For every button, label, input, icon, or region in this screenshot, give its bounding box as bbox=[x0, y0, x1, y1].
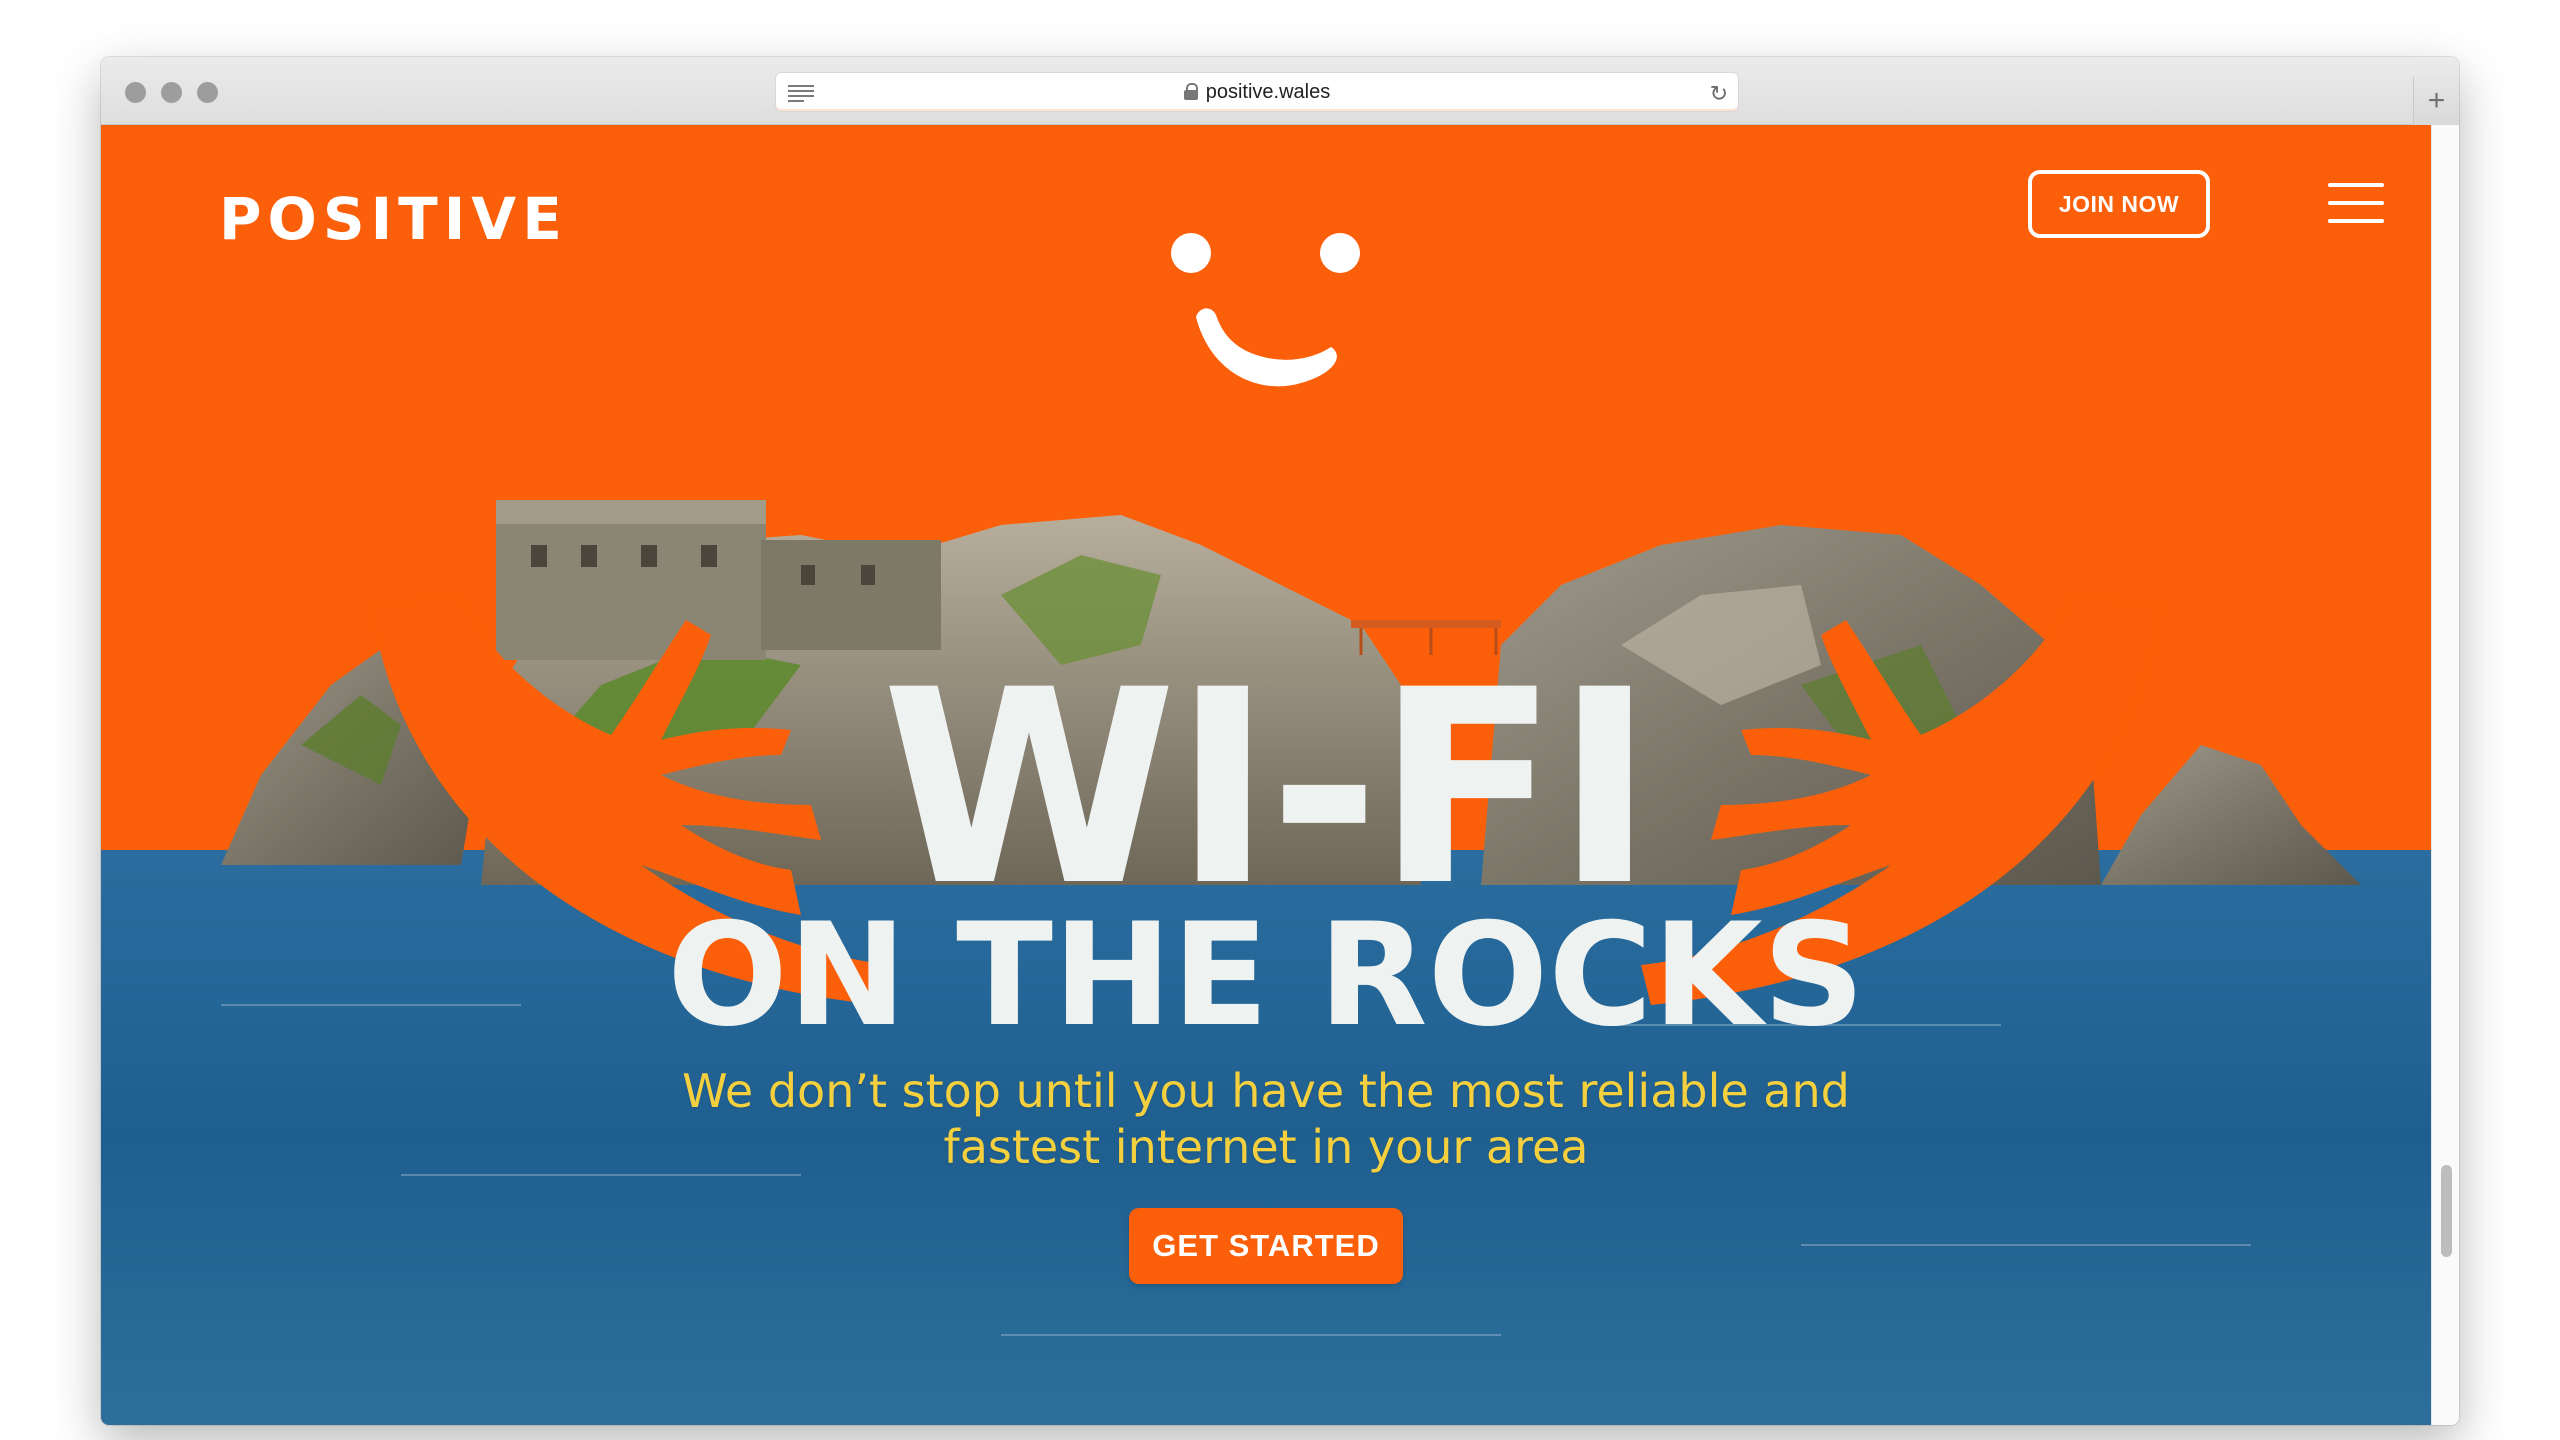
page-viewport: POSITIVE JOIN NOW WI-FI ON THE ROCKS We … bbox=[101, 125, 2431, 1425]
browser-window: positive.wales ↻ + POSITIVE JOIN NOW WI-… bbox=[101, 57, 2459, 1425]
close-window-button[interactable] bbox=[125, 82, 146, 103]
hero-subtitle: We don’t stop until you have the most re… bbox=[682, 1064, 1850, 1174]
menu-icon[interactable] bbox=[2328, 183, 2384, 225]
scrollbar-thumb[interactable] bbox=[2441, 1165, 2452, 1257]
hero-title-line1: WI-FI bbox=[881, 633, 1654, 945]
hero-title-line2: ON THE ROCKS bbox=[667, 893, 1865, 1058]
minimize-window-button[interactable] bbox=[161, 82, 182, 103]
address-bar[interactable]: positive.wales ↻ bbox=[775, 72, 1739, 112]
bridge bbox=[1351, 620, 1501, 628]
site-logo[interactable]: POSITIVE bbox=[219, 185, 568, 253]
new-tab-icon[interactable]: + bbox=[2413, 77, 2459, 125]
join-now-button[interactable]: JOIN NOW bbox=[2028, 170, 2210, 238]
get-started-button[interactable]: GET STARTED bbox=[1129, 1208, 1403, 1284]
zoom-window-button[interactable] bbox=[197, 82, 218, 103]
smiley-face-icon bbox=[1171, 233, 1360, 387]
browser-titlebar: positive.wales ↻ + bbox=[101, 57, 2459, 125]
lock-icon bbox=[1183, 83, 1198, 100]
reload-icon[interactable]: ↻ bbox=[1710, 81, 1728, 107]
url-display: positive.wales bbox=[776, 81, 1738, 104]
url-text: positive.wales bbox=[1205, 81, 1331, 103]
scrollbar[interactable] bbox=[2431, 125, 2459, 1425]
fort bbox=[496, 500, 941, 660]
